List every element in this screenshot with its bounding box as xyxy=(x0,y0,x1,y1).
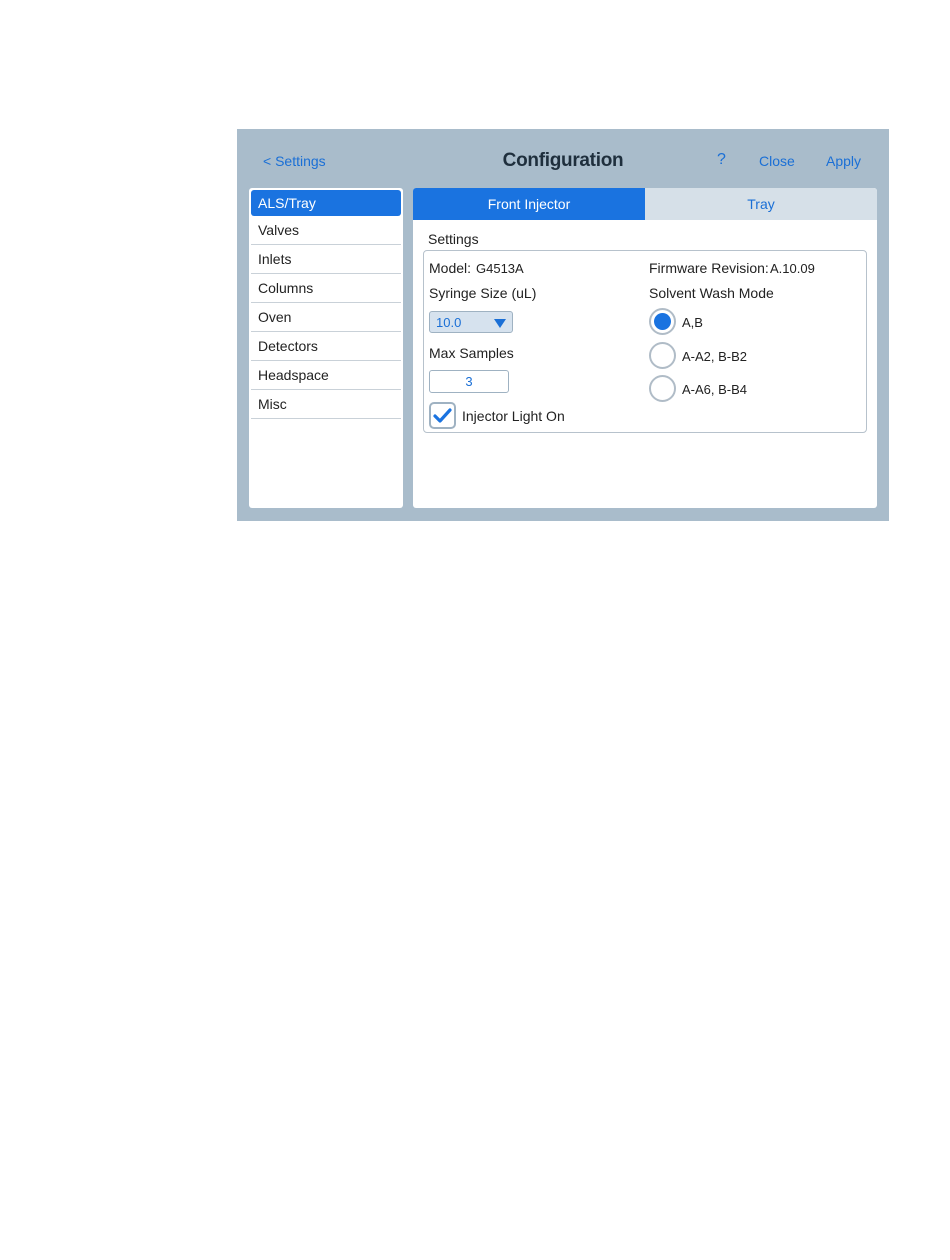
syringe-size-select[interactable]: 10.0 xyxy=(429,311,513,333)
model-label: Model: xyxy=(429,260,472,276)
radio-a-a6-b-b4[interactable] xyxy=(649,375,676,402)
max-samples-label: Max Samples xyxy=(429,345,514,361)
solvent-wash-label: Solvent Wash Mode xyxy=(649,285,774,301)
radio-ab[interactable] xyxy=(649,308,676,335)
syringe-size-value: 10.0 xyxy=(436,315,462,330)
settings-section-label: Settings xyxy=(428,231,479,247)
sidebar-item-columns[interactable]: Columns xyxy=(251,274,401,303)
max-samples-input[interactable]: 3 xyxy=(429,370,509,393)
settings-group: Model: G4513A Firmware Revision: A.10.09… xyxy=(423,250,867,433)
close-button[interactable]: Close xyxy=(759,153,795,169)
sidebar-item-headspace[interactable]: Headspace xyxy=(251,361,401,390)
sidebar-item-valves[interactable]: Valves xyxy=(251,216,401,245)
apply-button[interactable]: Apply xyxy=(826,153,861,169)
sidebar: ALS/Tray Valves Inlets Columns Oven Dete… xyxy=(249,188,403,508)
sidebar-item-detectors[interactable]: Detectors xyxy=(251,332,401,361)
radio-a-a2-b-b2[interactable] xyxy=(649,342,676,369)
model-value: G4513A xyxy=(476,261,524,276)
header-bar: < Settings Configuration ? Close Apply xyxy=(237,129,889,187)
sidebar-item-oven[interactable]: Oven xyxy=(251,303,401,332)
help-icon[interactable]: ? xyxy=(717,151,726,169)
firmware-label: Firmware Revision: xyxy=(649,260,769,276)
tab-tray[interactable]: Tray xyxy=(645,188,877,220)
radio-ab-label: A,B xyxy=(682,315,703,330)
sidebar-item-misc[interactable]: Misc xyxy=(251,390,401,419)
radio-a-a2-b-b2-label: A-A2, B-B2 xyxy=(682,349,748,364)
configuration-screen: < Settings Configuration ? Close Apply A… xyxy=(237,129,889,521)
syringe-size-label: Syringe Size (uL) xyxy=(429,285,537,301)
radio-selected-dot xyxy=(654,313,671,330)
sidebar-item-inlets[interactable]: Inlets xyxy=(251,245,401,274)
dropdown-arrow-icon xyxy=(494,319,506,328)
radio-a-a6-b-b4-label: A-A6, B-B4 xyxy=(682,382,748,397)
checkmark-icon xyxy=(433,408,452,423)
injector-light-checkbox[interactable] xyxy=(429,402,456,429)
firmware-value: A.10.09 xyxy=(770,261,815,276)
tab-front-injector[interactable]: Front Injector xyxy=(413,188,645,220)
sidebar-item-als-tray[interactable]: ALS/Tray xyxy=(251,190,401,216)
content-panel: Front Injector Tray Settings Model: G451… xyxy=(413,188,877,508)
injector-light-label: Injector Light On xyxy=(462,408,565,424)
